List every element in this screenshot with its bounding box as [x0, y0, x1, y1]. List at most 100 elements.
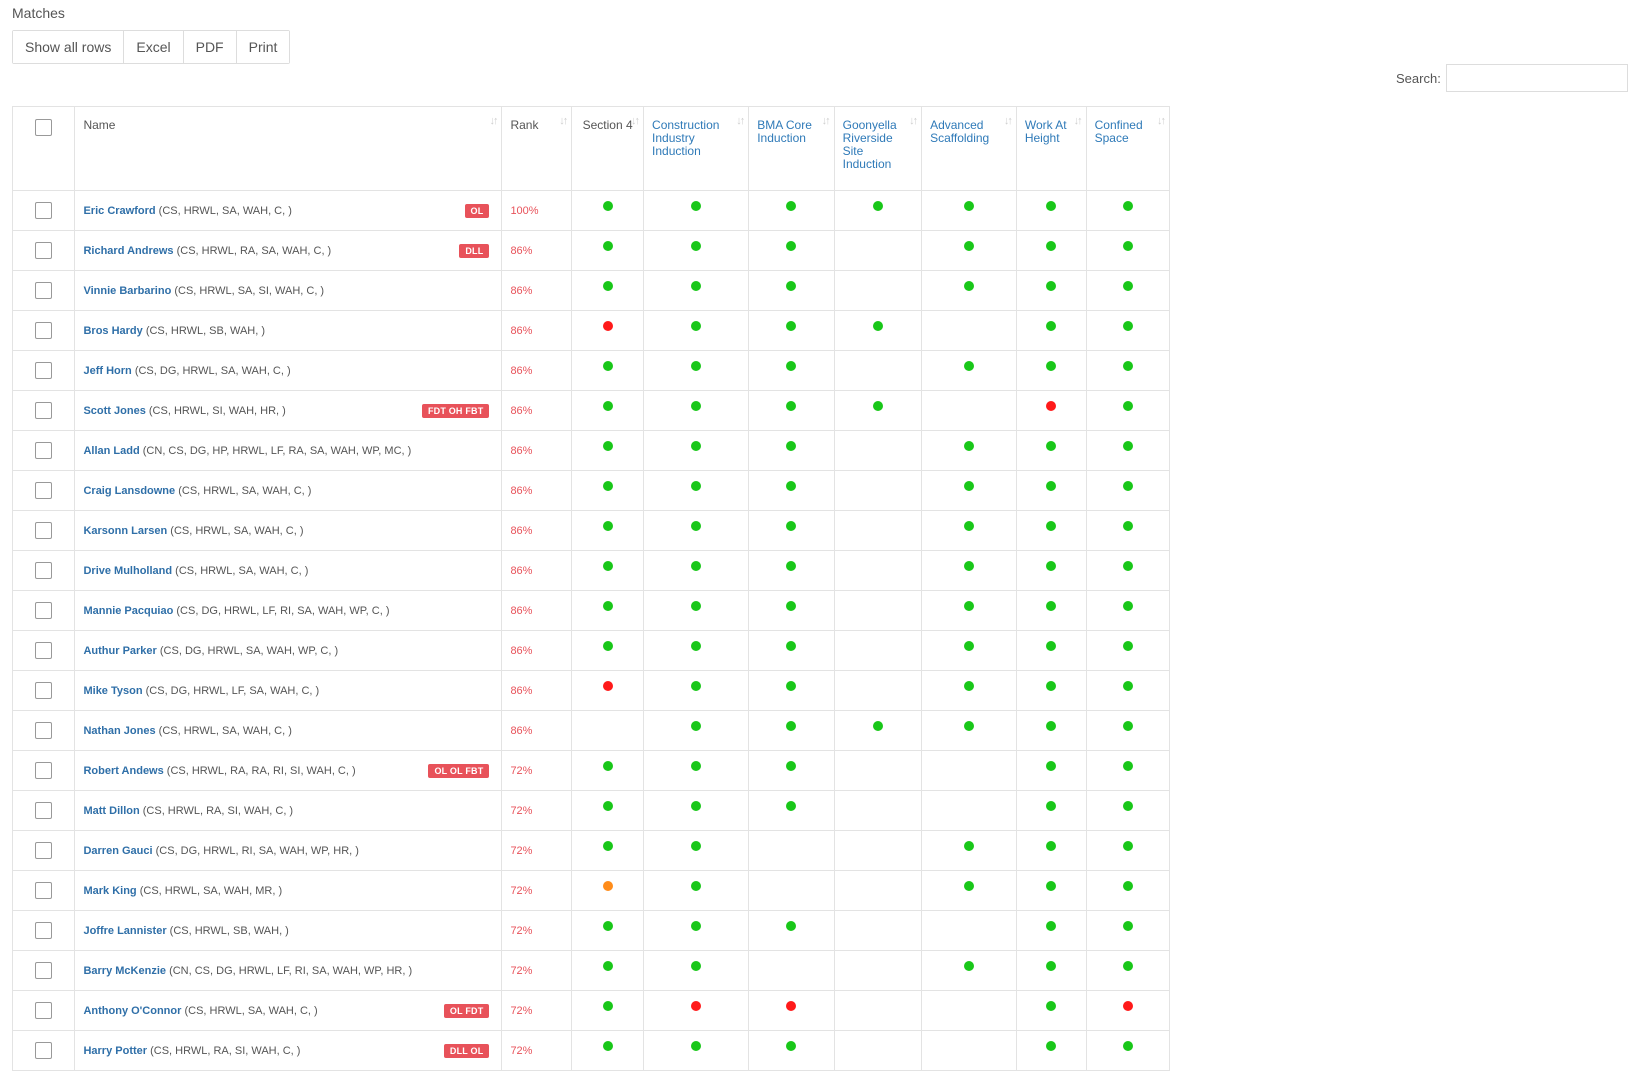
person-name-link[interactable]: Richard Andrews [83, 245, 173, 257]
row-checkbox[interactable] [35, 562, 53, 579]
column-header-confined-space[interactable]: Confined Space ↓↑ [1085, 106, 1171, 191]
row-checkbox[interactable] [35, 962, 53, 979]
row-checkbox[interactable] [35, 282, 53, 299]
table-row[interactable]: Anthony O'Connor (CS, HRWL, SA, WAH, C, … [11, 990, 1171, 1031]
select-all-checkbox[interactable] [35, 119, 53, 136]
person-name-link[interactable]: Matt Dillon [83, 805, 139, 817]
show-all-rows-button[interactable]: Show all rows [13, 31, 125, 63]
person-name-link[interactable]: Robert Andews [83, 765, 163, 777]
status-dot-icon [602, 441, 613, 451]
table-row[interactable]: Eric Crawford (CS, HRWL, SA, WAH, C, ) OL… [11, 190, 1171, 231]
status-cell [921, 910, 1017, 951]
person-name-link[interactable]: Joffre Lannister [83, 925, 166, 937]
person-name-link[interactable]: Anthony O'Connor [83, 1005, 181, 1017]
person-name-link[interactable]: Barry McKenzie [83, 965, 166, 977]
sort-icon[interactable]: ↓↑ [489, 115, 498, 128]
rank-cell: 72% [501, 910, 573, 951]
table-row[interactable]: Matt Dillon (CS, HRWL, RA, SI, WAH, C, )… [11, 790, 1171, 831]
row-checkbox[interactable] [35, 482, 53, 499]
table-row[interactable]: Nathan Jones (CS, HRWL, SA, WAH, C, ) 86% [11, 710, 1171, 751]
sort-icon[interactable]: ↓↑ [909, 115, 918, 128]
excel-export-button[interactable]: Excel [124, 31, 184, 63]
row-checkbox[interactable] [35, 442, 53, 459]
row-checkbox[interactable] [35, 682, 53, 699]
person-name-link[interactable]: Vinnie Barbarino [83, 285, 171, 297]
sort-icon[interactable]: ↓↑ [822, 115, 831, 128]
table-row[interactable]: Vinnie Barbarino (CS, HRWL, SA, SI, WAH,… [11, 270, 1171, 311]
person-name-link[interactable]: Authur Parker [83, 645, 156, 657]
person-name-link[interactable]: Mike Tyson [83, 685, 142, 697]
person-name-link[interactable]: Karsonn Larsen [83, 525, 167, 537]
person-name-link[interactable]: Bros Hardy [83, 325, 142, 337]
status-cell [748, 310, 835, 351]
person-name-link[interactable]: Mark King [83, 885, 136, 897]
row-checkbox[interactable] [35, 882, 53, 899]
row-checkbox[interactable] [35, 1002, 53, 1019]
table-row[interactable]: Authur Parker (CS, DG, HRWL, SA, WAH, WP… [11, 630, 1171, 671]
rank-cell: 86% [501, 310, 573, 351]
person-name-link[interactable]: Allan Ladd [83, 445, 139, 457]
table-row[interactable]: Robert Andews (CS, HRWL, RA, RA, RI, SI,… [11, 750, 1171, 791]
row-checkbox[interactable] [35, 362, 53, 379]
status-cell [921, 390, 1017, 431]
table-row[interactable]: Karsonn Larsen (CS, HRWL, SA, WAH, C, ) 8… [11, 510, 1171, 551]
table-row[interactable]: Allan Ladd (CN, CS, DG, HP, HRWL, LF, RA… [11, 430, 1171, 471]
person-name-link[interactable]: Drive Mulholland [83, 565, 172, 577]
person-name-link[interactable]: Eric Crawford [83, 205, 155, 217]
table-row[interactable]: Scott Jones (CS, HRWL, SI, WAH, HR, ) FDT… [11, 390, 1171, 431]
person-name-link[interactable]: Scott Jones [83, 405, 145, 417]
person-name-link[interactable]: Jeff Horn [83, 365, 131, 377]
status-dot-icon [786, 921, 797, 931]
column-header-construction-induction[interactable]: Construction Industry Induction ↓↑ [643, 106, 750, 191]
column-header-name[interactable]: Name ↓↑ [74, 106, 503, 191]
sort-icon[interactable]: ↓↑ [1157, 115, 1166, 128]
sort-icon[interactable]: ↓↑ [559, 115, 568, 128]
sort-icon[interactable]: ↓↑ [1004, 115, 1013, 128]
table-row[interactable]: Mark King (CS, HRWL, SA, WAH, MR, ) 72% [11, 870, 1171, 911]
status-dot-icon [1046, 441, 1057, 451]
sort-icon[interactable]: ↓↑ [631, 115, 640, 128]
status-dot-icon [963, 241, 974, 251]
person-name-link[interactable]: Darren Gauci [83, 845, 152, 857]
column-header-goonyella-induction[interactable]: Goonyella Riverside Site Induction ↓↑ [833, 106, 923, 191]
column-header-section-4[interactable]: Section 4 ↓↑ [571, 106, 645, 191]
row-checkbox[interactable] [35, 922, 53, 939]
pdf-export-button[interactable]: PDF [183, 31, 237, 63]
row-checkbox[interactable] [35, 522, 53, 539]
column-header-bma-core-induction[interactable]: BMA Core Induction ↓↑ [748, 106, 835, 191]
status-cell [1085, 270, 1171, 311]
row-checkbox[interactable] [35, 242, 53, 259]
table-row[interactable]: Darren Gauci (CS, DG, HRWL, RI, SA, WAH,… [11, 830, 1171, 871]
person-name-link[interactable]: Harry Potter [83, 1045, 147, 1057]
table-row[interactable]: Drive Mulholland (CS, HRWL, SA, WAH, C, … [11, 550, 1171, 591]
row-checkbox[interactable] [35, 602, 53, 619]
row-checkbox[interactable] [35, 202, 53, 219]
table-row[interactable]: Mike Tyson (CS, DG, HRWL, LF, SA, WAH, C… [11, 670, 1171, 711]
row-checkbox[interactable] [35, 842, 53, 859]
row-checkbox[interactable] [35, 802, 53, 819]
person-name-link[interactable]: Craig Lansdowne [83, 485, 175, 497]
table-row[interactable]: Joffre Lannister (CS, HRWL, SB, WAH, ) 72… [11, 910, 1171, 951]
table-row[interactable]: Bros Hardy (CS, HRWL, SB, WAH, ) 86% [11, 310, 1171, 351]
column-header-rank[interactable]: Rank ↓↑ [501, 106, 573, 191]
person-name-link[interactable]: Nathan Jones [83, 725, 155, 737]
row-checkbox[interactable] [35, 722, 53, 739]
row-checkbox[interactable] [35, 642, 53, 659]
sort-icon[interactable]: ↓↑ [736, 115, 745, 128]
column-header-work-at-height[interactable]: Work At Height ↓↑ [1015, 106, 1087, 191]
person-name-link[interactable]: Mannie Pacquiao [83, 605, 173, 617]
row-checkbox[interactable] [35, 762, 53, 779]
table-row[interactable]: Barry McKenzie (CN, CS, DG, HRWL, LF, RI… [11, 950, 1171, 991]
table-row[interactable]: Craig Lansdowne (CS, HRWL, SA, WAH, C, )… [11, 470, 1171, 511]
row-checkbox[interactable] [35, 322, 53, 339]
table-row[interactable]: Jeff Horn (CS, DG, HRWL, SA, WAH, C, ) 86… [11, 350, 1171, 391]
print-button[interactable]: Print [236, 31, 290, 63]
row-checkbox[interactable] [35, 402, 53, 419]
row-checkbox[interactable] [35, 1042, 53, 1059]
column-header-advanced-scaffolding[interactable]: Advanced Scaffolding ↓↑ [921, 106, 1017, 191]
table-row[interactable]: Richard Andrews (CS, HRWL, RA, SA, WAH, … [11, 230, 1171, 271]
search-input[interactable] [1446, 64, 1628, 92]
table-row[interactable]: Mannie Pacquiao (CS, DG, HRWL, LF, RI, S… [11, 590, 1171, 631]
sort-icon[interactable]: ↓↑ [1074, 115, 1083, 128]
table-row[interactable]: Harry Potter (CS, HRWL, RA, SI, WAH, C, … [11, 1030, 1171, 1071]
